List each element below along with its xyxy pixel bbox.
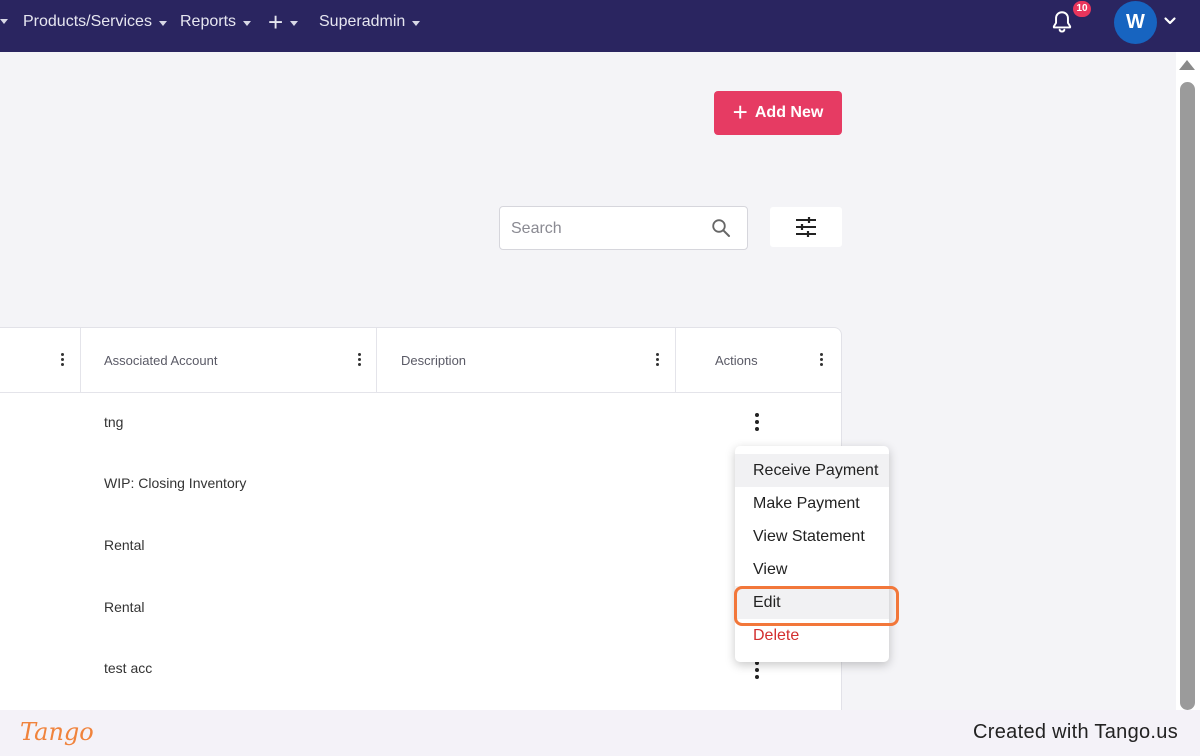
plus-icon: + [732, 97, 748, 127]
nav-reports[interactable]: Reports [180, 0, 252, 44]
actions-dropdown-menu: Receive Payment Make Payment View Statem… [735, 446, 889, 662]
sliders-icon [796, 217, 816, 237]
nav-products-services[interactable]: Products/Services [23, 0, 167, 44]
scroll-up-arrow-icon[interactable] [1179, 60, 1195, 70]
column-label: Actions [715, 353, 758, 368]
menu-item-delete[interactable]: Delete [735, 619, 889, 652]
nav-label: Reports [180, 13, 237, 30]
column-header-associated-account[interactable]: Associated Account [81, 328, 377, 393]
table-row-associated-account: WIP: Closing Inventory [104, 475, 247, 491]
tango-logo: Tango [20, 718, 94, 746]
menu-item-label: Delete [753, 626, 800, 644]
column-menu-icon[interactable] [61, 353, 65, 367]
chevron-down-icon [412, 20, 421, 26]
search-input[interactable] [511, 217, 701, 241]
row-actions-icon[interactable] [754, 661, 760, 681]
nav-label: Products/Services [23, 13, 152, 30]
nav-label: Superadmin [319, 13, 406, 30]
column-header-description[interactable]: Description [377, 328, 676, 393]
column-menu-icon[interactable] [358, 353, 362, 367]
chevron-down-icon [243, 20, 252, 26]
add-new-button[interactable]: + Add New [714, 91, 842, 135]
plus-icon: + [268, 7, 284, 37]
menu-item-label: View Statement [753, 527, 865, 545]
column-menu-icon[interactable] [820, 353, 824, 367]
chevron-down-icon[interactable] [0, 19, 8, 24]
chevron-down-icon [158, 20, 167, 26]
menu-item-view[interactable]: View [735, 553, 889, 586]
menu-item-edit[interactable]: Edit [735, 586, 889, 619]
column-menu-icon[interactable] [656, 353, 660, 367]
avatar[interactable]: W [1114, 1, 1157, 44]
nav-quick-create[interactable]: + [268, 0, 299, 44]
table-row-associated-account: Rental [104, 599, 145, 615]
table-row-associated-account: tng [104, 414, 124, 430]
tango-credit-text: Created with Tango.us [973, 721, 1178, 743]
scrollbar-thumb[interactable] [1180, 82, 1195, 710]
column-header [0, 328, 81, 393]
column-header-actions: Actions [676, 328, 841, 393]
menu-item-label: Make Payment [753, 494, 860, 512]
menu-item-label: Receive Payment [753, 461, 879, 479]
add-new-label: Add New [754, 104, 824, 121]
menu-item-make-payment[interactable]: Make Payment [735, 487, 889, 520]
menu-item-label: View [753, 560, 788, 578]
chevron-down-icon [290, 20, 299, 26]
table-row-associated-account: Rental [104, 537, 145, 553]
menu-item-label: Edit [753, 593, 781, 611]
table-header: Associated Account Description Actions [0, 328, 841, 393]
chevron-down-icon[interactable] [1163, 14, 1177, 28]
top-nav-bar: Products/Services Reports + Superadmin 1… [0, 0, 1200, 52]
notification-badge: 10 [1073, 1, 1091, 17]
row-actions-icon[interactable] [754, 413, 760, 433]
menu-item-receive-payment[interactable]: Receive Payment [735, 454, 889, 487]
bell-icon[interactable] [1049, 9, 1075, 35]
column-label: Description [401, 353, 467, 368]
tango-footer: Tango Created with Tango.us [0, 710, 1200, 756]
nav-superadmin[interactable]: Superadmin [319, 0, 421, 44]
column-label: Associated Account [104, 353, 218, 368]
table-row-associated-account: test acc [104, 660, 153, 676]
filter-button[interactable] [770, 207, 842, 247]
search-icon[interactable] [711, 218, 731, 238]
menu-item-view-statement[interactable]: View Statement [735, 520, 889, 553]
